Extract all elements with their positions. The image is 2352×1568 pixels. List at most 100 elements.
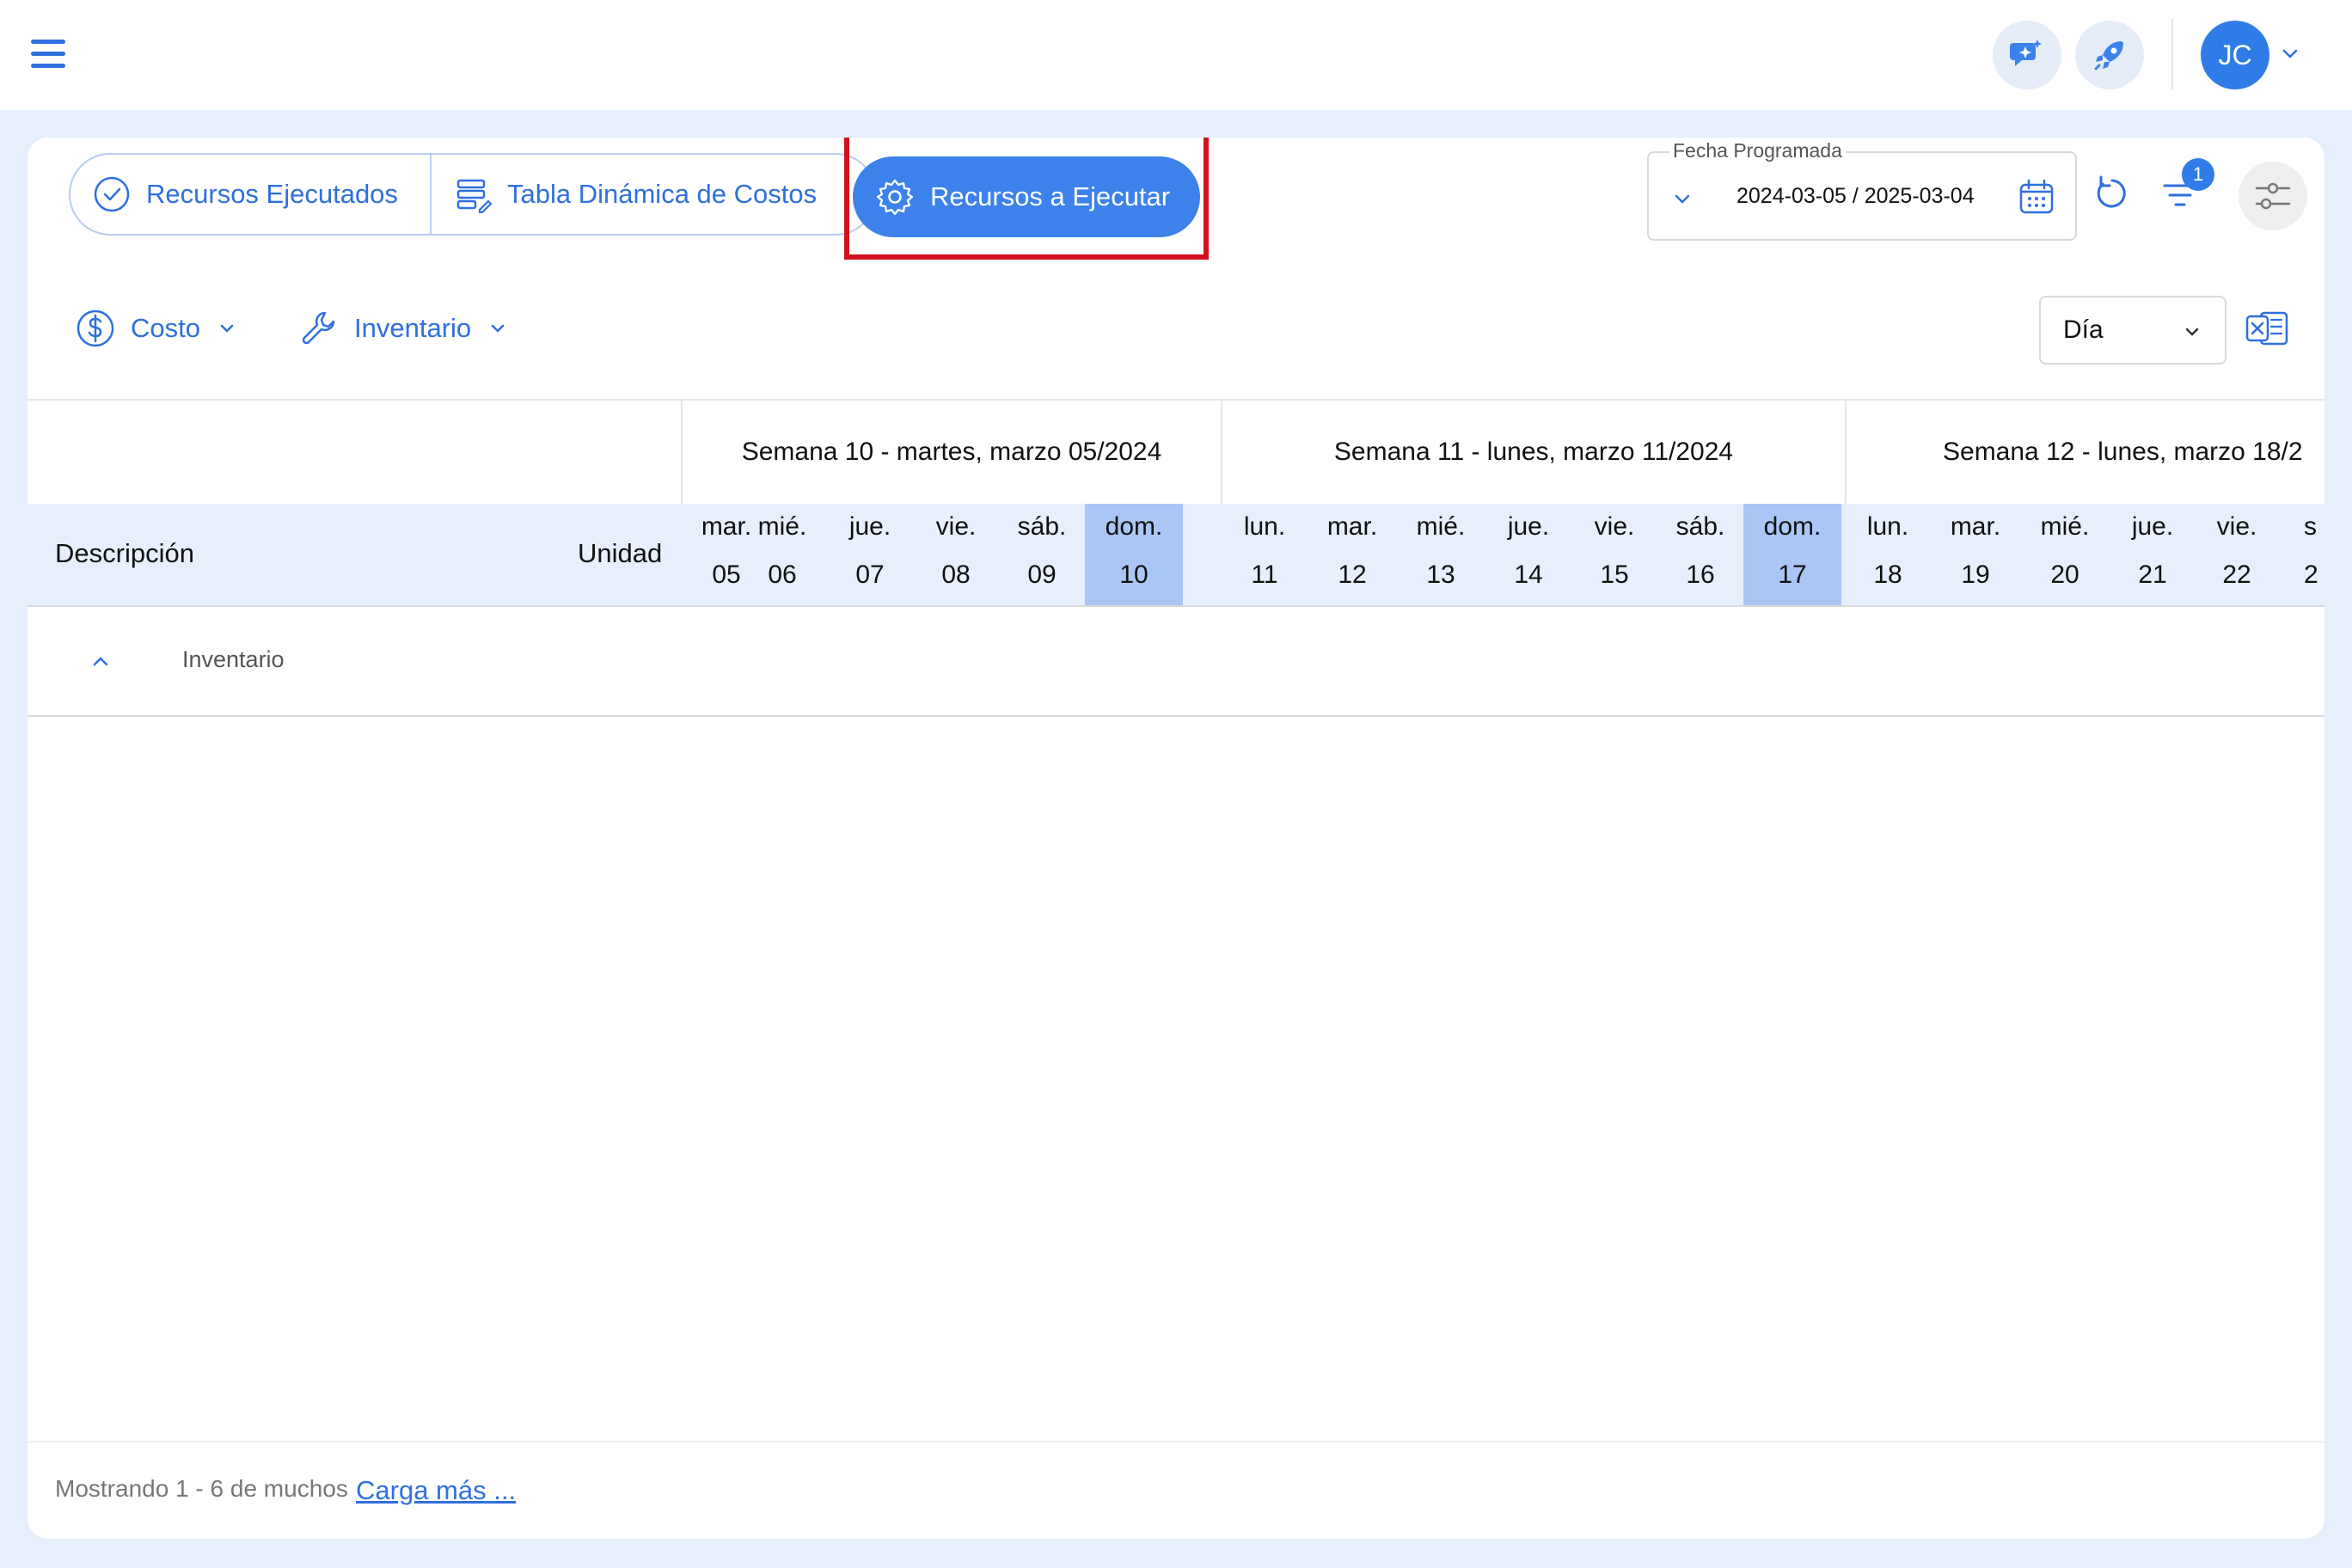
day-number: 2	[2304, 560, 2318, 589]
day-number: 16	[1686, 560, 1715, 589]
day-number: 07	[855, 560, 885, 589]
highlight-box	[844, 138, 1209, 260]
inventory-dropdown[interactable]: Inventario	[299, 303, 509, 354]
weekday-label: mar.	[1326, 512, 1378, 541]
weekday-label: lun.	[1243, 512, 1286, 541]
excel-export-icon[interactable]	[2242, 303, 2294, 354]
weekday-label: sáb.	[1675, 512, 1725, 541]
day-number: 11	[1251, 560, 1278, 589]
day-column-header: lun. 18	[1845, 504, 1931, 605]
load-more-link[interactable]: Carga más ...	[356, 1475, 516, 1506]
day-column-header: dom. 10	[1085, 504, 1183, 605]
weekday-label: s	[2304, 512, 2317, 541]
weekday-label: dom.	[1763, 512, 1822, 541]
toolbar-divider	[2171, 19, 2173, 89]
day-column-header: vie. 08	[913, 504, 999, 605]
group-label: Inventario	[182, 646, 285, 672]
cost-dropdown[interactable]: Costo	[76, 303, 238, 354]
pagination-status: Mostrando 1 - 6 de muchos	[55, 1475, 348, 1502]
day-number: 22	[2222, 560, 2251, 589]
group-row-inventario: Inventario	[28, 607, 2324, 717]
day-column-header: vie. 22	[2196, 504, 2278, 605]
weekday-label: vie.	[1594, 512, 1635, 541]
filter-count-badge: 1	[2182, 158, 2214, 191]
weekday-label: jue.	[848, 512, 891, 541]
day-column-header: mar. 12	[1308, 504, 1396, 605]
calendar-icon[interactable]	[2017, 177, 2056, 217]
day-number: 10	[1119, 560, 1148, 589]
tab-label: Tabla Dinámica de Costos	[507, 179, 818, 209]
date-range-label: Fecha Programada	[1669, 139, 1846, 162]
weekday-label: lun.	[1866, 512, 1909, 541]
day-column-header: mié. 20	[2020, 504, 2110, 605]
day-column-header: mié. 13	[1396, 504, 1485, 605]
weekday-label: mié.	[757, 512, 807, 541]
day-number: 21	[2138, 560, 2167, 589]
day-column-header: jue. 21	[2110, 504, 2196, 605]
day-column-header: mar. 19	[1931, 504, 2020, 605]
main-card: Recursos Ejecutados Tabla Dinámica de Co…	[28, 138, 2324, 1539]
cost-label: Costo	[131, 313, 200, 343]
sliders-icon[interactable]	[2239, 162, 2307, 230]
weekday-label: sáb.	[1017, 512, 1067, 541]
chevron-down-icon	[2185, 328, 2199, 336]
tab-tabla-dinamica[interactable]: Tabla Dinámica de Costos	[432, 155, 851, 234]
weekday-label: mié.	[1416, 512, 1466, 541]
day-number: 19	[1961, 560, 1990, 589]
column-header-row: Descripción Unidad mar. 05 mié. 06 jue. 07 vie…	[28, 504, 2324, 607]
day-number: 17	[1778, 560, 1807, 589]
day-number: 08	[941, 560, 971, 589]
inventory-label: Inventario	[354, 313, 472, 343]
chevron-down-icon	[491, 324, 505, 333]
day-column-header: jue. 14	[1485, 504, 1571, 605]
day-number: 13	[1426, 560, 1455, 589]
day-column-header: jue. 07	[827, 504, 913, 605]
refresh-icon[interactable]	[2091, 172, 2134, 215]
chat-sparkle-icon[interactable]	[1993, 21, 2061, 89]
weekday-label: dom.	[1105, 512, 1163, 541]
weekday-label: mié.	[2040, 512, 2090, 541]
date-range-field[interactable]: Fecha Programada 2024-03-05 / 2025-03-04	[1647, 139, 2077, 241]
day-number: 06	[768, 560, 797, 589]
weekday-label: vie.	[935, 512, 977, 541]
week-header: Semana 11 - lunes, marzo 11/2024	[1221, 401, 1845, 504]
day-column-header: sáb. 16	[1657, 504, 1743, 605]
day-column-header: mié. 06	[738, 504, 827, 605]
day-number: 12	[1338, 560, 1367, 589]
day-number: 20	[2050, 560, 2079, 589]
column-header-description: Descripción	[55, 538, 194, 568]
rocket-icon[interactable]	[2075, 21, 2144, 89]
wrench-icon	[302, 311, 335, 345]
day-number: 09	[1027, 560, 1057, 589]
day-column-header: s2	[2278, 504, 2324, 605]
day-column-header: sáb. 09	[999, 504, 1085, 605]
week-header-row: Semana 10 - martes, marzo 05/2024 Semana…	[28, 399, 2324, 504]
chevron-down-icon	[220, 324, 234, 333]
avatar[interactable]: JC	[2201, 21, 2269, 89]
check-circle-icon	[94, 176, 130, 212]
date-range-value: 2024-03-05 / 2025-03-04	[1736, 184, 1975, 208]
chevron-down-icon[interactable]	[2280, 43, 2300, 64]
column-header-unit: Unidad	[578, 538, 663, 568]
day-column-header: lun. 11	[1221, 504, 1308, 605]
period-value: Día	[2063, 315, 2104, 344]
day-number: 18	[1873, 560, 1902, 589]
week-header: Semana 12 - lunes, marzo 18/2	[1845, 401, 2324, 504]
top-bar: JC	[0, 0, 2352, 110]
chevron-up-icon[interactable]	[88, 650, 113, 672]
tab-recursos-ejecutados[interactable]: Recursos Ejecutados	[70, 155, 432, 234]
dollar-circle-icon	[77, 309, 114, 347]
tab-label: Recursos Ejecutados	[146, 179, 398, 209]
day-column-header: vie. 15	[1571, 504, 1657, 605]
weekday-label: vie.	[2216, 512, 2257, 541]
day-number: 15	[1600, 560, 1629, 589]
weekday-label: mar.	[1950, 512, 2001, 541]
day-column-header: dom. 17	[1743, 504, 1841, 605]
chevron-down-icon[interactable]	[1671, 187, 1694, 210]
period-select[interactable]: Día	[2039, 296, 2226, 364]
view-tabs: Recursos Ejecutados Tabla Dinámica de Co…	[69, 153, 877, 236]
grid-footer: Mostrando 1 - 6 de muchos Carga más ...	[28, 1441, 2324, 1539]
weekday-label: jue.	[1507, 512, 1550, 541]
day-number: 14	[1514, 560, 1543, 589]
menu-icon[interactable]	[31, 40, 65, 69]
